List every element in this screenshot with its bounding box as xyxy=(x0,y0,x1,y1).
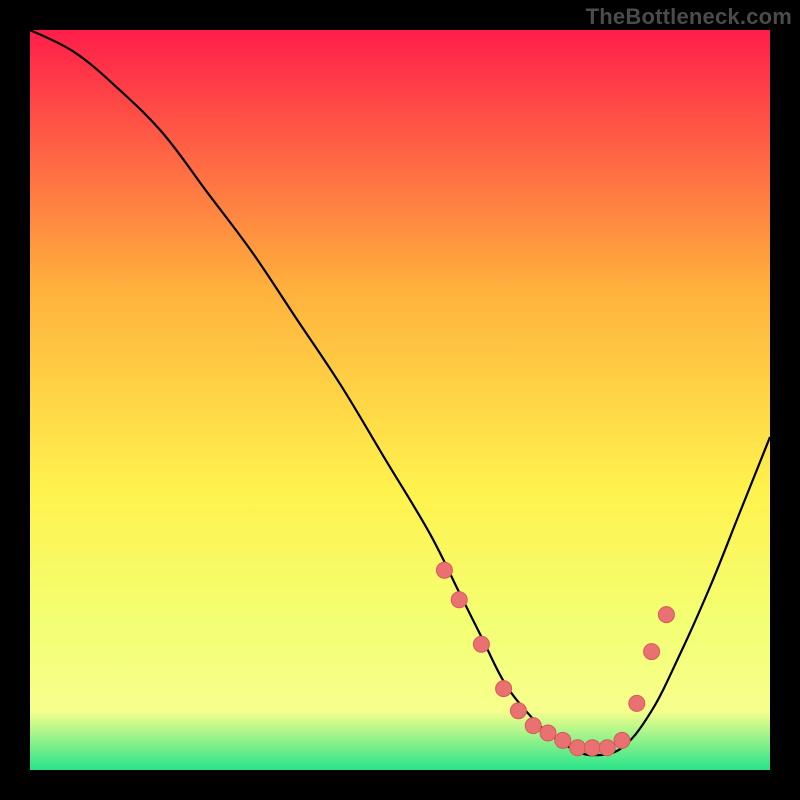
chart-frame: TheBottleneck.com xyxy=(0,0,800,800)
watermark-label: TheBottleneck.com xyxy=(586,4,792,30)
chart-svg xyxy=(30,30,770,770)
highlight-marker xyxy=(540,725,556,741)
gradient-background xyxy=(30,30,770,770)
highlight-marker xyxy=(658,607,674,623)
highlight-marker xyxy=(644,644,660,660)
highlight-marker xyxy=(473,636,489,652)
plot-area xyxy=(30,30,770,770)
highlight-marker xyxy=(629,695,645,711)
highlight-marker xyxy=(525,718,541,734)
highlight-marker xyxy=(570,740,586,756)
highlight-marker xyxy=(451,592,467,608)
highlight-marker xyxy=(584,740,600,756)
highlight-marker xyxy=(510,703,526,719)
highlight-marker xyxy=(436,562,452,578)
highlight-marker xyxy=(614,732,630,748)
highlight-marker xyxy=(496,681,512,697)
highlight-marker xyxy=(555,732,571,748)
highlight-marker xyxy=(599,740,615,756)
